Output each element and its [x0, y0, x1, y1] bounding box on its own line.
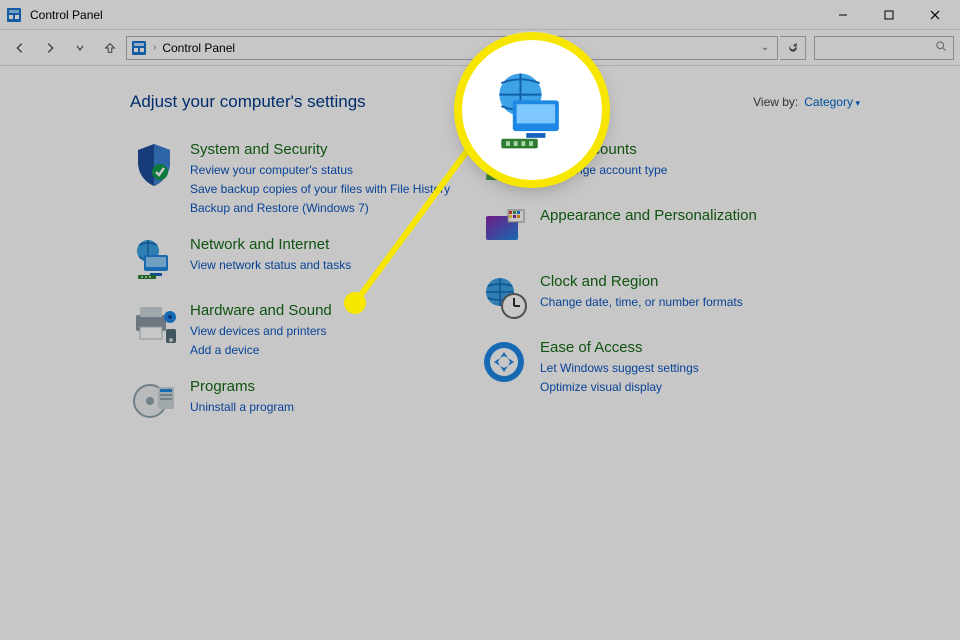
category-hardware-and-sound: Hardware and Sound View devices and prin…: [130, 301, 480, 359]
hardware-and-sound-title[interactable]: Hardware and Sound: [190, 301, 332, 321]
appearance-icon: [480, 206, 528, 254]
view-by-label: View by:: [753, 95, 798, 109]
appearance-title[interactable]: Appearance and Personalization: [540, 206, 757, 226]
link-suggest-settings[interactable]: Let Windows suggest settings: [540, 360, 699, 377]
control-panel-addr-icon: [131, 40, 147, 56]
search-icon: [935, 39, 947, 57]
address-location[interactable]: Control Panel: [162, 41, 235, 55]
link-backup-restore[interactable]: Backup and Restore (Windows 7): [190, 200, 450, 217]
forward-button[interactable]: [36, 34, 64, 62]
control-panel-icon: [6, 7, 22, 23]
address-dropdown-icon[interactable]: ⌄: [757, 42, 773, 53]
clock-region-icon: [480, 272, 528, 320]
refresh-button[interactable]: [780, 36, 806, 60]
callout-anchor-dot: [344, 292, 366, 314]
category-programs: Programs Uninstall a program: [130, 377, 480, 425]
network-icon: [130, 235, 178, 283]
minimize-button[interactable]: [820, 0, 866, 30]
navbar: › Control Panel ⌄: [0, 30, 960, 66]
back-button[interactable]: [6, 34, 34, 62]
category-appearance: Appearance and Personalization: [480, 206, 830, 254]
shield-icon: [130, 140, 178, 188]
up-button[interactable]: [96, 34, 124, 62]
close-button[interactable]: [912, 0, 958, 30]
recent-locations-button[interactable]: [66, 34, 94, 62]
link-uninstall-program[interactable]: Uninstall a program: [190, 399, 294, 416]
content-area: Adjust your computer's settings View by:…: [0, 66, 960, 640]
callout-magnifier: [462, 40, 602, 180]
right-column: User Accounts Change account type Appear: [480, 140, 830, 425]
category-system-and-security: System and Security Review your computer…: [130, 140, 480, 217]
system-and-security-title[interactable]: System and Security: [190, 140, 450, 160]
category-ease-of-access: Ease of Access Let Windows suggest setti…: [480, 338, 830, 396]
left-column: System and Security Review your computer…: [130, 140, 480, 425]
page-heading: Adjust your computer's settings: [130, 92, 366, 112]
category-network-and-internet: Network and Internet View network status…: [130, 235, 480, 283]
breadcrumb-sep-icon: ›: [153, 42, 156, 53]
ease-of-access-title[interactable]: Ease of Access: [540, 338, 699, 358]
control-panel-window: Control Panel › Control Panel ⌄: [0, 0, 960, 640]
link-devices-printers[interactable]: View devices and printers: [190, 323, 332, 340]
programs-title[interactable]: Programs: [190, 377, 294, 397]
window-title: Control Panel: [30, 8, 103, 22]
printer-hardware-icon: [130, 301, 178, 349]
link-optimize-visual[interactable]: Optimize visual display: [540, 379, 699, 396]
category-clock-region: Clock and Region Change date, time, or n…: [480, 272, 830, 320]
address-bar[interactable]: › Control Panel ⌄: [126, 36, 778, 60]
network-and-internet-title[interactable]: Network and Internet: [190, 235, 351, 255]
link-file-history[interactable]: Save backup copies of your files with Fi…: [190, 181, 450, 198]
ease-of-access-icon: [480, 338, 528, 386]
programs-icon: [130, 377, 178, 425]
maximize-button[interactable]: [866, 0, 912, 30]
search-box[interactable]: [814, 36, 954, 60]
link-review-status[interactable]: Review your computer's status: [190, 162, 450, 179]
link-change-date-time[interactable]: Change date, time, or number formats: [540, 294, 743, 311]
network-icon-large: [484, 62, 580, 158]
view-by-value[interactable]: Category: [804, 95, 860, 109]
link-network-status[interactable]: View network status and tasks: [190, 257, 351, 274]
link-add-device[interactable]: Add a device: [190, 342, 332, 359]
titlebar: Control Panel: [0, 0, 960, 30]
clock-region-title[interactable]: Clock and Region: [540, 272, 743, 292]
view-by-control[interactable]: View by: Category: [753, 95, 860, 109]
